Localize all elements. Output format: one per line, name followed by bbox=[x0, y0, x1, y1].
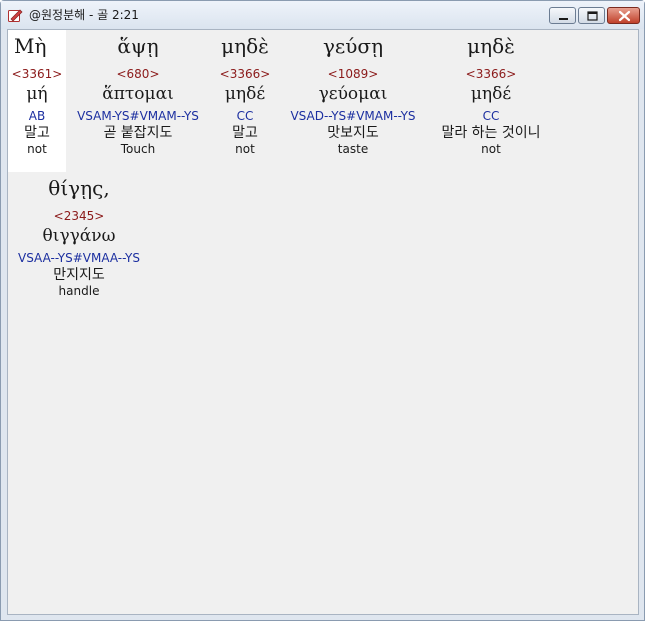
parsing-code: VSAA--YS#VMAA--YS bbox=[17, 251, 140, 265]
app-icon bbox=[8, 9, 23, 22]
parsing-code: AB bbox=[28, 109, 46, 123]
lemma: μηδέ bbox=[470, 84, 512, 104]
greek-word: θίγῃς, bbox=[48, 176, 110, 200]
strong-number[interactable]: <3361> bbox=[8, 66, 66, 82]
maximize-button[interactable] bbox=[578, 7, 605, 24]
maximize-icon bbox=[587, 11, 598, 21]
english-gloss: taste bbox=[337, 142, 369, 156]
greek-word: μηδὲ bbox=[221, 34, 269, 58]
parsing-code: CC bbox=[482, 109, 500, 123]
korean-gloss: 만지지도 bbox=[53, 267, 105, 283]
greek-word: Μὴ bbox=[14, 34, 47, 58]
korean-gloss: 맛보지도 bbox=[327, 125, 379, 141]
strong-number[interactable]: <1089> bbox=[280, 66, 426, 82]
minimize-icon bbox=[559, 18, 568, 20]
strong-number[interactable]: <680> bbox=[66, 66, 210, 82]
lemma: ἅπτομαι bbox=[102, 84, 174, 104]
close-icon bbox=[618, 10, 631, 22]
app-window: @원정분해 - 골 2:21 Μὴ <3361> μή AB 말고 not ἅψ… bbox=[0, 0, 645, 621]
strong-number[interactable]: <3366> bbox=[426, 66, 556, 82]
greek-word: ἅψῃ bbox=[117, 34, 159, 58]
english-gloss: not bbox=[27, 142, 47, 156]
korean-gloss: 곧 붙잡지도 bbox=[103, 125, 173, 141]
korean-gloss: 말라 하는 것이니 bbox=[441, 125, 541, 141]
word-column[interactable]: μηδὲ <3366> μηδέ CC 말고 not bbox=[210, 30, 280, 158]
word-column[interactable]: θίγῃς, <2345> θιγγάνω VSAA--YS#VMAA--YS … bbox=[8, 172, 150, 300]
english-gloss: not bbox=[235, 142, 255, 156]
english-gloss: handle bbox=[58, 284, 100, 298]
interlinear-view[interactable]: Μὴ <3361> μή AB 말고 not ἅψῃ <680> ἅπτομαι… bbox=[7, 29, 639, 615]
word-column[interactable]: Μὴ <3361> μή AB 말고 not bbox=[8, 30, 66, 172]
english-gloss: Touch bbox=[120, 142, 156, 156]
word-column[interactable]: γεύσῃ <1089> γεύομαι VSAD--YS#VMAM--YS 맛… bbox=[280, 30, 426, 158]
greek-word: γεύσῃ bbox=[322, 34, 384, 58]
lemma: γεύομαι bbox=[318, 84, 388, 104]
parsing-code: VSAD--YS#VMAM--YS bbox=[290, 109, 416, 123]
minimize-button[interactable] bbox=[549, 7, 576, 24]
korean-gloss: 말고 bbox=[232, 125, 258, 141]
strong-number[interactable]: <3366> bbox=[210, 66, 280, 82]
word-column[interactable]: μηδὲ <3366> μηδέ CC 말라 하는 것이니 not bbox=[426, 30, 556, 158]
lemma: μή bbox=[26, 84, 48, 104]
korean-gloss: 말고 bbox=[24, 125, 50, 141]
title-bar[interactable]: @원정분해 - 골 2:21 bbox=[1, 1, 644, 29]
lemma: μηδέ bbox=[224, 84, 266, 104]
strong-number[interactable]: <2345> bbox=[8, 208, 150, 224]
parsing-code: CC bbox=[236, 109, 254, 123]
word-column[interactable]: ἅψῃ <680> ἅπτομαι VSAM-YS#VMAM--YS 곧 붙잡지… bbox=[66, 30, 210, 158]
greek-word: μηδὲ bbox=[467, 34, 515, 58]
english-gloss: not bbox=[481, 142, 501, 156]
parsing-code: VSAM-YS#VMAM--YS bbox=[77, 109, 199, 123]
close-button[interactable] bbox=[607, 7, 640, 24]
window-title: @원정분해 - 골 2:21 bbox=[29, 8, 139, 22]
lemma: θιγγάνω bbox=[42, 226, 116, 246]
